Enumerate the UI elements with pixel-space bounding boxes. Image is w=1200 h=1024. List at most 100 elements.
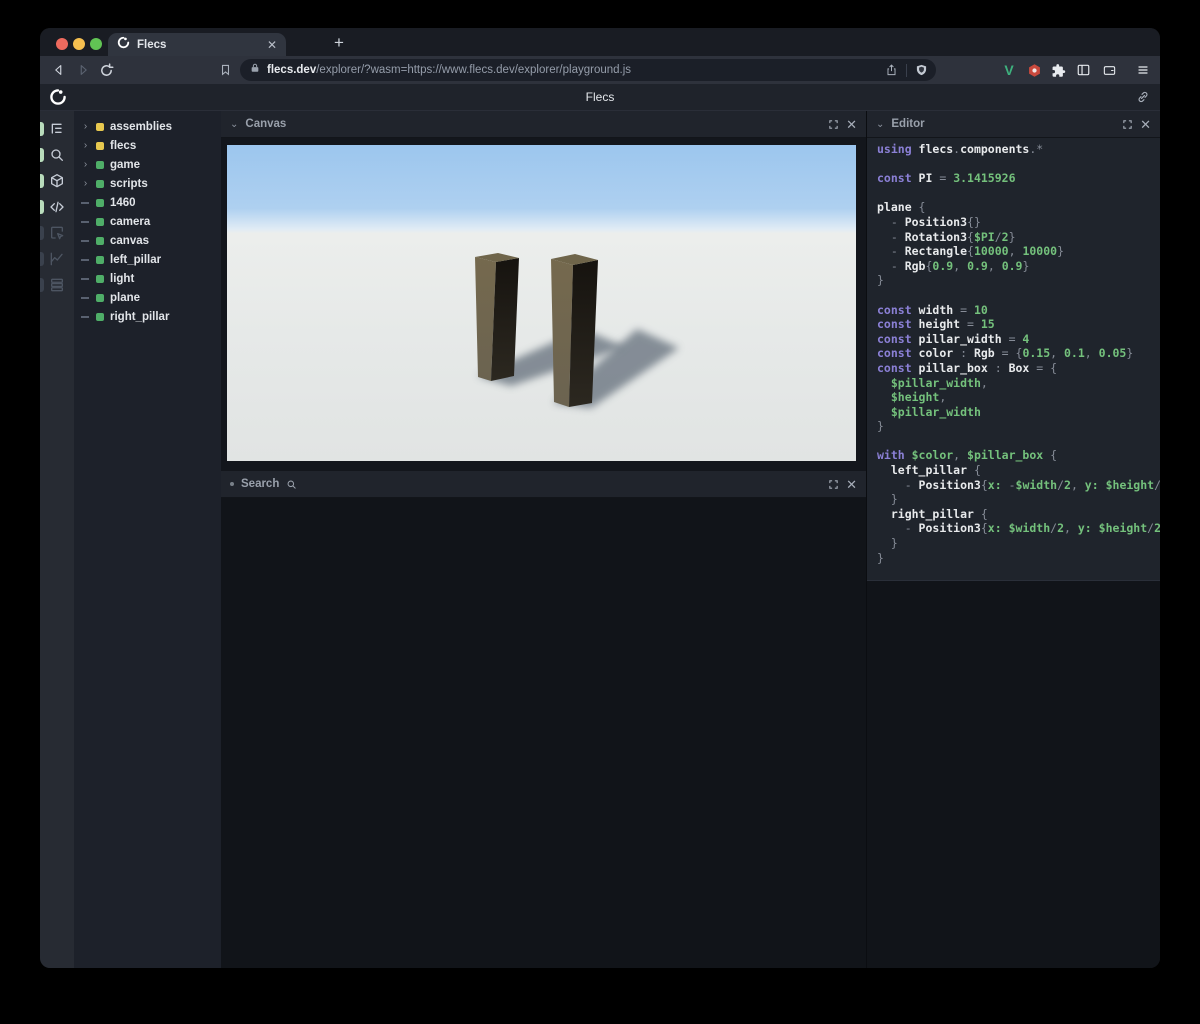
tree-view-icon <box>51 123 62 134</box>
code-line: $height, <box>890 390 947 405</box>
entity-color-square <box>96 274 104 283</box>
tree-item-label: left_pillar <box>110 253 162 266</box>
app-header: Flecs <box>40 84 1160 111</box>
wallet-icon[interactable] <box>1100 61 1118 79</box>
expand-chevron-icon[interactable]: › <box>81 140 90 151</box>
window-zoom-button[interactable] <box>90 38 102 50</box>
flecs-logo[interactable] <box>49 88 67 111</box>
collapsed-panel-dot-icon[interactable] <box>230 482 234 486</box>
tree-item-plane[interactable]: plane <box>74 288 221 307</box>
active-indicator <box>40 278 44 292</box>
tree-item-game[interactable]: › game <box>74 155 221 174</box>
code-editor[interactable]: using flecs.components.* const PI = 3.141… <box>867 138 1160 581</box>
extensions-puzzle-icon[interactable] <box>1049 61 1067 79</box>
sidebar-item-tree-view[interactable] <box>40 116 74 142</box>
browser-menu-icon[interactable] <box>1134 61 1152 79</box>
active-indicator <box>40 148 44 162</box>
tree-item-left_pillar[interactable]: left_pillar <box>74 250 221 269</box>
sidebar-item-inspector[interactable] <box>40 220 74 246</box>
expand-chevron-icon[interactable]: › <box>81 159 90 170</box>
tree-item-camera[interactable]: camera <box>74 212 221 231</box>
entity-color-square <box>96 293 104 302</box>
fullscreen-icon[interactable] <box>828 119 839 130</box>
leaf-dash-icon <box>81 296 90 299</box>
sidebar-item-commands[interactable] <box>40 272 74 298</box>
tree-item-label: scripts <box>110 177 148 190</box>
editor-empty-area <box>867 581 1160 968</box>
address-bar[interactable]: flecs.dev/explorer/?wasm=https://www.fle… <box>240 59 936 81</box>
entity-color-square <box>96 236 104 245</box>
extension-hexagon-icon[interactable] <box>1025 61 1043 79</box>
forward-button[interactable] <box>74 61 92 79</box>
browser-tab[interactable]: Flecs ✕ <box>108 33 286 56</box>
right-pillar <box>551 254 598 407</box>
sidebar-item-statistics[interactable] <box>40 246 74 272</box>
tree-item-label: game <box>110 158 141 171</box>
tree-item-light[interactable]: light <box>74 269 221 288</box>
tree-item-label: flecs <box>110 139 137 152</box>
code-line: left_pillar { <box>890 463 981 478</box>
new-tab-button[interactable]: + <box>328 32 350 54</box>
back-button[interactable] <box>50 61 68 79</box>
sidebar-item-script[interactable] <box>40 194 74 220</box>
app-body: › assemblies › flecs › game › scripts 1460 camera… <box>40 111 1160 968</box>
entity-color-square <box>96 122 104 131</box>
tree-item-label: canvas <box>110 234 150 247</box>
fullscreen-icon[interactable] <box>1122 119 1133 130</box>
search-panel-title: Search <box>241 478 280 490</box>
tree-item-flecs[interactable]: › flecs <box>74 136 221 155</box>
tree-item-canvas[interactable]: canvas <box>74 231 221 250</box>
code-line: } <box>877 419 884 434</box>
leaf-dash-icon <box>81 220 90 223</box>
code-line: plane { <box>877 200 926 215</box>
tab-close-icon[interactable]: ✕ <box>267 39 277 51</box>
code-line: } <box>877 273 884 288</box>
close-icon[interactable]: ✕ <box>846 118 857 131</box>
canvas-panel-title: Canvas <box>245 118 287 130</box>
editor-panel: ⌄ Editor ✕ using flecs.components.* const… <box>867 111 1160 968</box>
code-line: $pillar_width <box>890 404 981 419</box>
collapse-chevron-icon[interactable]: ⌄ <box>876 119 884 130</box>
tree-item-scripts[interactable]: › scripts <box>74 174 221 193</box>
code-line: with $color, $pillar_box { <box>877 448 1058 463</box>
close-icon[interactable]: ✕ <box>1140 118 1151 131</box>
entity-color-square <box>96 160 104 169</box>
lock-icon <box>250 61 260 79</box>
sidebar-toggle-icon[interactable] <box>1074 61 1092 79</box>
leaf-dash-icon <box>81 239 90 242</box>
leaf-dash-icon <box>81 258 90 261</box>
tree-item-1460[interactable]: 1460 <box>74 193 221 212</box>
fullscreen-icon[interactable] <box>828 479 839 490</box>
window-close-button[interactable] <box>56 38 68 50</box>
expand-chevron-icon[interactable]: › <box>81 121 90 132</box>
brave-shield-icon[interactable] <box>915 63 928 77</box>
close-icon[interactable]: ✕ <box>846 478 857 491</box>
share-icon[interactable] <box>885 63 898 77</box>
window-minimize-button[interactable] <box>73 38 85 50</box>
cube-icon <box>51 174 63 188</box>
entity-color-square <box>96 312 104 321</box>
collapse-chevron-icon[interactable]: ⌄ <box>230 119 238 130</box>
reload-button[interactable] <box>97 61 115 79</box>
editor-panel-header: ⌄ Editor ✕ <box>867 111 1160 138</box>
sidebar-item-scene[interactable] <box>40 168 74 194</box>
vue-devtools-icon[interactable]: V <box>1000 61 1018 79</box>
url-domain: flecs.dev <box>267 64 317 76</box>
tree-item-right_pillar[interactable]: right_pillar <box>74 307 221 326</box>
code-line: - Position3{} <box>877 214 981 229</box>
stack-icon <box>51 278 63 292</box>
code-line: - Position3{x: -$width/2, y: $height/2} <box>877 477 1160 492</box>
leaf-dash-icon <box>81 277 90 280</box>
code-line: const pillar_box : Box = { <box>877 360 1058 375</box>
address-divider <box>906 63 907 77</box>
tree-item-assemblies[interactable]: › assemblies <box>74 117 221 136</box>
code-line: const width = 10 <box>877 302 988 317</box>
tab-favicon-flecs-logo <box>117 36 130 54</box>
expand-chevron-icon[interactable]: › <box>81 178 90 189</box>
scene-3d-viewport[interactable] <box>227 145 856 461</box>
sidebar-item-query-search[interactable] <box>40 142 74 168</box>
bookmark-icon[interactable] <box>216 61 234 79</box>
share-link-icon[interactable] <box>1136 90 1150 109</box>
